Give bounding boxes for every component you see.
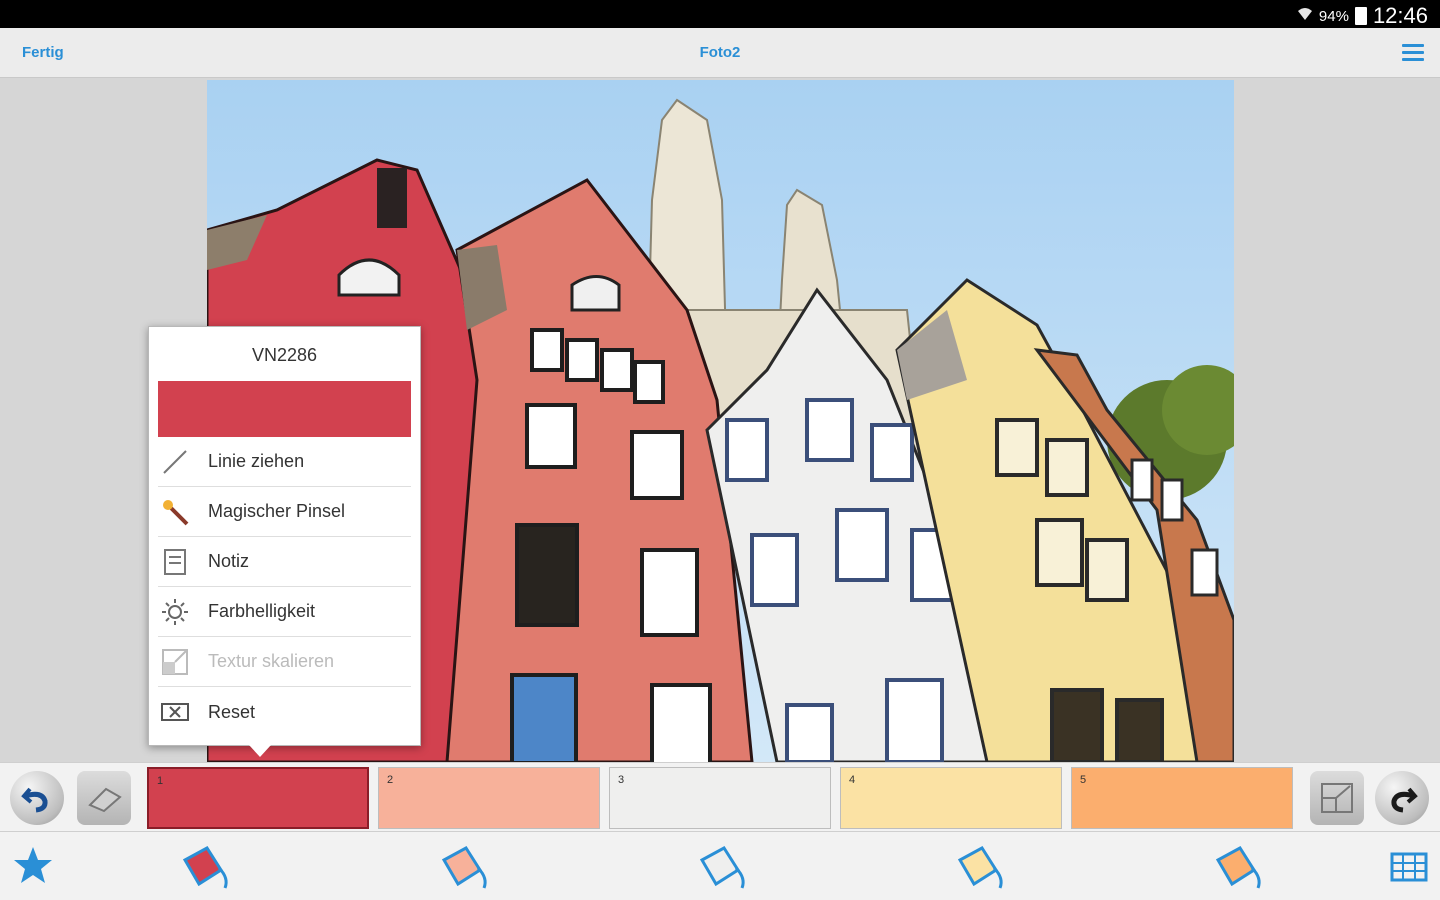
brightness-item[interactable]: Farbhelligkeit xyxy=(158,587,411,637)
undo-icon xyxy=(21,787,48,813)
page-title: Foto2 xyxy=(699,44,741,61)
color-slot-3[interactable]: 3 xyxy=(609,767,831,829)
paint-bucket-2[interactable] xyxy=(436,842,492,892)
bucket-icon xyxy=(441,846,487,889)
bottom-bar xyxy=(0,832,1440,900)
color-slot-1[interactable]: 1 xyxy=(147,767,369,829)
color-slot-4[interactable]: 4 xyxy=(840,767,1062,829)
line-icon xyxy=(158,445,192,479)
scale-texture-item[interactable]: Textur skalieren xyxy=(158,637,411,687)
status-icons: 94% 12:46 xyxy=(1297,3,1428,29)
star-icon xyxy=(14,847,52,883)
bucket-icon xyxy=(1215,846,1261,889)
redo-icon xyxy=(1391,787,1418,813)
undo-button[interactable] xyxy=(10,771,64,825)
color-swatch xyxy=(158,381,411,437)
wifi-icon xyxy=(1297,6,1313,27)
palette-grid-button[interactable] xyxy=(1390,852,1428,887)
favorites-button[interactable] xyxy=(12,844,54,891)
battery-percent: 94% xyxy=(1318,7,1349,25)
scale-button[interactable] xyxy=(1310,771,1364,825)
popup-pointer xyxy=(249,745,271,757)
menu-icon[interactable] xyxy=(1402,44,1424,62)
color-slot-5[interactable]: 5 xyxy=(1071,767,1293,829)
color-code: VN2286 xyxy=(251,345,318,365)
bucket-icon xyxy=(957,846,1003,889)
magic-wand-icon xyxy=(158,495,192,529)
scale-texture-icon xyxy=(158,645,192,679)
popup-menu: Linie ziehen Magischer Pinsel Notiz Farb… xyxy=(149,437,420,737)
bucket-icon xyxy=(182,846,228,889)
reset-item[interactable]: Reset xyxy=(158,687,411,737)
magic-brush-item[interactable]: Magischer Pinsel xyxy=(158,487,411,537)
clock: 12:46 xyxy=(1372,3,1428,28)
paint-bucket-3[interactable] xyxy=(694,842,750,892)
paint-bucket-1[interactable] xyxy=(177,842,233,892)
bucket-icon xyxy=(699,846,745,889)
app-bar: Fertig Foto2 xyxy=(0,28,1440,78)
redo-button[interactable] xyxy=(1375,771,1429,825)
grid-icon xyxy=(1390,852,1428,882)
note-icon xyxy=(158,545,192,579)
battery-icon xyxy=(1354,7,1367,25)
reset-icon xyxy=(158,695,192,729)
draw-line-item[interactable]: Linie ziehen xyxy=(158,437,411,487)
palette-bar: 1 2 3 4 5 xyxy=(0,762,1440,832)
paint-bucket-4[interactable] xyxy=(952,842,1008,892)
color-slot-2[interactable]: 2 xyxy=(378,767,600,829)
brightness-icon xyxy=(158,595,192,629)
note-item[interactable]: Notiz xyxy=(158,537,411,587)
eraser-icon xyxy=(88,787,122,813)
eraser-button[interactable] xyxy=(77,771,131,825)
status-bar: 94% 12:46 xyxy=(0,0,1440,28)
scale-icon xyxy=(1321,783,1353,813)
color-options-popup: VN2286 Linie ziehen Magischer Pinsel Not… xyxy=(148,326,421,757)
paint-bucket-5[interactable] xyxy=(1210,842,1266,892)
